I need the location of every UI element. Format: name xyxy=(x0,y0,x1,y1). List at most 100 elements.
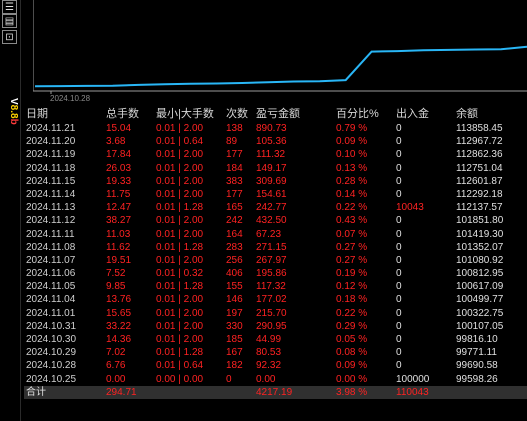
cell-count: 177 xyxy=(226,188,243,200)
cell-percent: 0.00 % xyxy=(336,373,368,385)
cell-total-lots: 13.76 xyxy=(106,294,132,306)
cell-percent: 0.28 % xyxy=(336,175,368,187)
cell-deposit: 0 xyxy=(396,136,402,148)
cell-deposit: 0 xyxy=(396,228,402,240)
header-percent: 百分比% xyxy=(336,108,379,120)
table-body: 2024.11.21 15.04 0.01 | 2.00 138 890.73 0.79 … xyxy=(24,122,527,386)
cell-count: 167 xyxy=(226,347,243,359)
cell-date: 2024.10.30 xyxy=(26,334,77,345)
cell-count: 383 xyxy=(226,175,243,187)
cell-profit: 80.53 xyxy=(256,347,282,359)
cell-profit: 267.97 xyxy=(256,254,287,266)
header-count: 次数 xyxy=(226,108,248,120)
table-row: 2024.11.21 15.04 0.01 | 2.00 138 890.73 0.79 … xyxy=(24,122,527,135)
table-total-row: 合计 294.71 4217.19 3.98 % 110043 xyxy=(24,385,527,399)
chart-x-tick-label: 2024.10.28 xyxy=(50,94,91,103)
cell-total-lots: 0.00 xyxy=(106,373,126,385)
total-flow: 110043 xyxy=(396,386,429,398)
cell-total-lots: 15.04 xyxy=(106,123,132,134)
table-row: 2024.11.14 11.75 0.01 | 2.00 177 154.61 0.14 … xyxy=(24,188,527,201)
table-row: 2024.10.30 14.36 0.01 | 2.00 185 44.99 0.05 %… xyxy=(24,333,527,346)
header-date: 日期 xyxy=(26,108,48,120)
version-label-v: V xyxy=(8,98,19,105)
header-total-lots: 总手数 xyxy=(106,108,139,120)
table-row: 2024.11.06 7.52 0.01 | 0.32 406 195.86 0.19 %… xyxy=(24,267,527,280)
balance-chart xyxy=(33,0,527,94)
cell-total-lots: 19.33 xyxy=(106,175,132,187)
cell-profit: 215.70 xyxy=(256,307,287,319)
cell-percent: 0.14 % xyxy=(336,188,368,200)
cell-deposit: 10043 xyxy=(396,202,424,214)
cell-profit: 432.50 xyxy=(256,215,287,227)
daily-stats-table: 日期 总手数 最小|大手数 次数 盈亏金额 百分比% 出入金 余额 2024.11.21 15.… xyxy=(24,108,527,399)
table-row: 2024.11.07 19.51 0.01 | 2.00 256 267.97 0.27 … xyxy=(24,254,527,267)
cell-date: 2024.11.15 xyxy=(26,175,76,187)
cell-profit: 105.36 xyxy=(256,136,287,148)
cell-balance: 112751.04 xyxy=(456,162,503,174)
cell-deposit: 0 xyxy=(396,241,402,253)
cell-date: 2024.11.19 xyxy=(26,149,76,161)
cell-profit: 242.77 xyxy=(256,202,287,214)
panel-icon[interactable]: ▤ xyxy=(2,14,17,28)
cell-balance: 99816.10 xyxy=(456,334,498,345)
cell-percent: 0.09 % xyxy=(336,360,368,372)
header-balance: 余额 xyxy=(456,108,478,120)
cell-count: 197 xyxy=(226,307,243,319)
cell-profit: 149.17 xyxy=(256,162,287,174)
cell-min-max-lots: 0.01 | 0.32 xyxy=(156,268,204,280)
cell-percent: 0.05 % xyxy=(336,334,368,345)
cell-count: 0 xyxy=(226,373,232,385)
cell-total-lots: 6.76 xyxy=(106,360,126,372)
cell-profit: 111.32 xyxy=(256,149,286,161)
window-icon[interactable]: ⊡ xyxy=(2,30,17,44)
table-row: 2024.11.05 9.85 0.01 | 1.28 155 117.32 0.12 %… xyxy=(24,280,527,293)
cell-count: 182 xyxy=(226,360,243,372)
cell-balance: 101419.30 xyxy=(456,228,504,240)
table-row: 2024.10.31 33.22 0.01 | 2.00 330 290.95 0.29 … xyxy=(24,320,527,333)
cell-balance: 100107.05 xyxy=(456,320,504,332)
cell-balance: 100812.95 xyxy=(456,268,504,280)
cell-balance: 112862.36 xyxy=(456,149,503,161)
cell-date: 2024.11.01 xyxy=(26,307,76,319)
table-row: 2024.11.18 26.03 0.01 | 2.00 184 149.17 0.13 … xyxy=(24,162,527,175)
table-row: 2024.10.25 0.00 0.00 | 0.00 0 0.00 0.00 % 1000… xyxy=(24,373,527,386)
cell-count: 146 xyxy=(226,294,243,306)
cell-date: 2024.11.05 xyxy=(26,281,76,293)
header-profit: 盈亏金额 xyxy=(256,108,300,120)
cell-profit: 0.00 xyxy=(256,373,276,385)
cell-total-lots: 9.85 xyxy=(106,281,126,293)
cell-balance: 99690.58 xyxy=(456,360,498,372)
cell-date: 2024.10.25 xyxy=(26,373,77,385)
cell-profit: 177.02 xyxy=(256,294,287,306)
cell-profit: 44.99 xyxy=(256,334,282,345)
table-row: 2024.10.29 7.02 0.01 | 1.28 167 80.53 0.08 % 0… xyxy=(24,346,527,359)
cell-total-lots: 17.84 xyxy=(106,149,132,161)
cell-percent: 0.07 % xyxy=(336,228,368,240)
cell-deposit: 0 xyxy=(396,149,402,161)
cell-count: 177 xyxy=(226,149,243,161)
cell-profit: 271.15 xyxy=(256,241,287,253)
cell-total-lots: 26.03 xyxy=(106,162,132,174)
header-min-max-lots: 最小|大手数 xyxy=(156,108,214,120)
cell-deposit: 0 xyxy=(396,268,402,280)
cell-deposit: 0 xyxy=(396,334,402,345)
cell-min-max-lots: 0.01 | 1.28 xyxy=(156,347,204,359)
total-lots: 294.71 xyxy=(106,386,137,398)
version-label-number: 8.8 xyxy=(8,104,19,119)
cell-min-max-lots: 0.01 | 2.00 xyxy=(156,254,204,266)
cell-date: 2024.11.18 xyxy=(26,162,76,174)
cell-total-lots: 7.52 xyxy=(106,268,126,280)
cell-percent: 0.10 % xyxy=(336,149,368,161)
menu-icon[interactable]: ☰ xyxy=(2,0,17,14)
cell-total-lots: 15.65 xyxy=(106,307,132,319)
cell-date: 2024.10.29 xyxy=(26,347,77,359)
cell-date: 2024.10.28 xyxy=(26,360,77,372)
cell-profit: 154.61 xyxy=(256,188,287,200)
cell-count: 242 xyxy=(226,215,243,227)
side-toolbar: ☰ ▤ ⊡ V8.8b xyxy=(0,0,21,421)
cell-date: 2024.11.08 xyxy=(26,241,76,253)
cell-count: 165 xyxy=(226,202,243,214)
cell-balance: 99598.26 xyxy=(456,373,498,385)
cell-count: 184 xyxy=(226,162,243,174)
cell-date: 2024.11.20 xyxy=(26,136,76,148)
